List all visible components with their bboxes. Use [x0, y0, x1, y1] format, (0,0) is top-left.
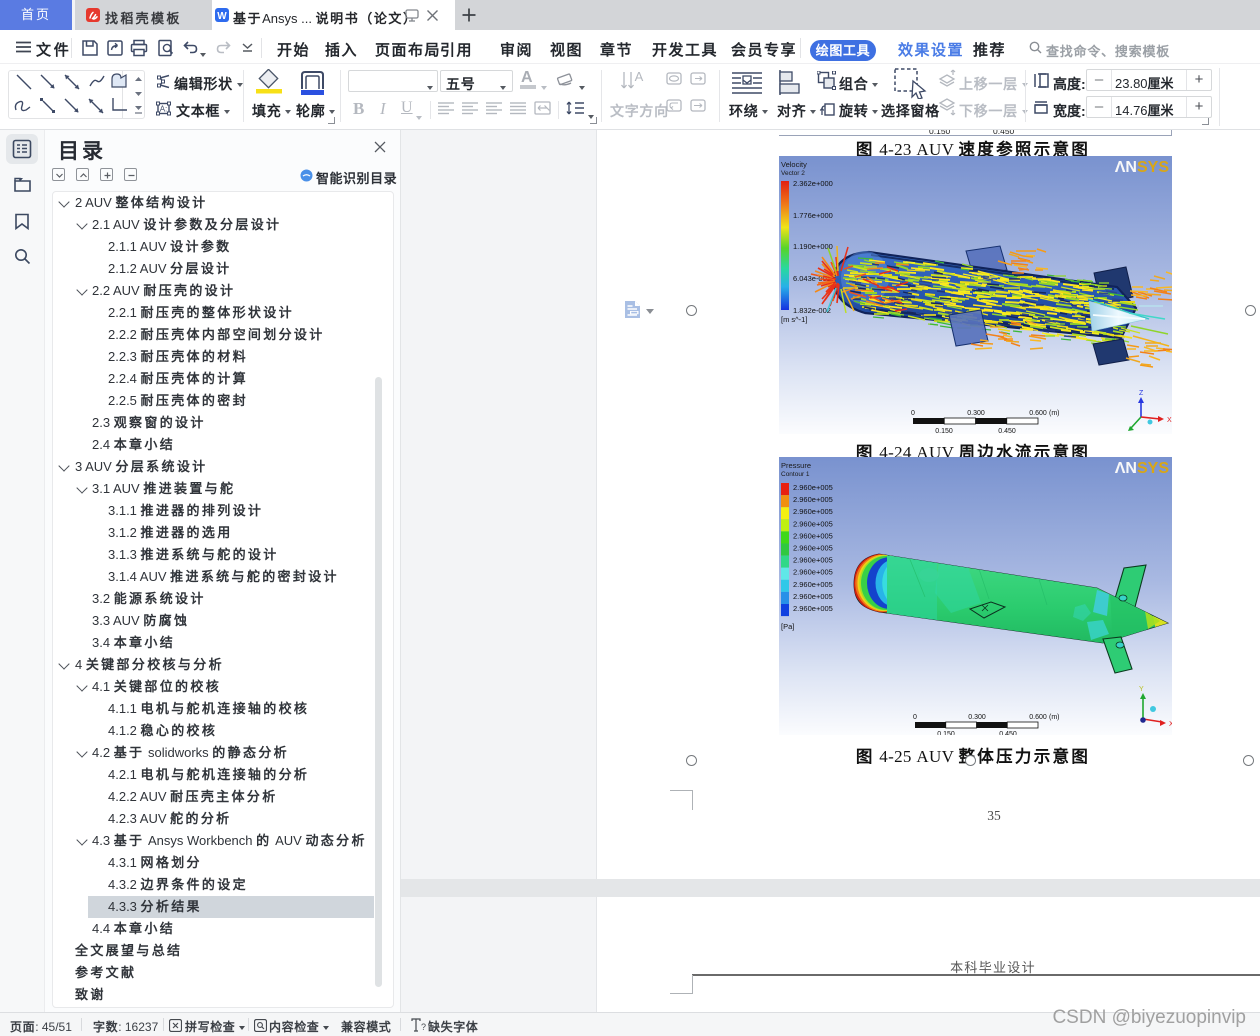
svg-text:2.960e+005: 2.960e+005 — [793, 507, 833, 516]
svg-text:0.300: 0.300 — [968, 714, 986, 721]
svg-text:0.600: 0.600 — [1029, 714, 1047, 721]
svg-text:A: A — [635, 69, 644, 84]
svg-text:2.960e+005: 2.960e+005 — [793, 495, 833, 504]
svg-text:2.960e+005: 2.960e+005 — [793, 519, 833, 528]
svg-text:0.150: 0.150 — [935, 428, 953, 434]
svg-text:[Pa]: [Pa] — [781, 622, 794, 631]
svg-text:(m): (m) — [1049, 714, 1060, 721]
svg-text:Vector 2: Vector 2 — [781, 170, 805, 177]
svg-text:ΛNSYS: ΛNSYS — [1115, 159, 1170, 176]
svg-text:A:: A: — [160, 105, 168, 114]
svg-text:[m s^-1]: [m s^-1] — [781, 315, 807, 324]
svg-text:2.960e+005: 2.960e+005 — [793, 604, 833, 613]
svg-text:2.362e+000: 2.362e+000 — [793, 179, 833, 188]
svg-text:2.960e+005: 2.960e+005 — [793, 568, 833, 577]
svg-text:1.190e+000: 1.190e+000 — [793, 242, 833, 251]
svg-text:W: W — [217, 11, 227, 22]
svg-text:0.150: 0.150 — [937, 731, 955, 735]
svg-text:0: 0 — [913, 714, 917, 721]
svg-text:2.960e+005: 2.960e+005 — [793, 556, 833, 565]
svg-text:X: X — [1167, 417, 1172, 424]
svg-text:Contour 1: Contour 1 — [781, 471, 810, 478]
svg-text:0.300: 0.300 — [967, 410, 985, 417]
svg-text:1.776e+000: 1.776e+000 — [793, 211, 833, 220]
svg-text:Y: Y — [1139, 686, 1144, 693]
svg-text:0.450: 0.450 — [999, 731, 1017, 735]
svg-text:ΛNSYS: ΛNSYS — [1115, 460, 1170, 477]
svg-text:1.832e-002: 1.832e-002 — [793, 306, 831, 315]
svg-text:0.600: 0.600 — [1029, 410, 1047, 417]
svg-text:2.960e+005: 2.960e+005 — [793, 592, 833, 601]
svg-text:2.960e+005: 2.960e+005 — [793, 483, 833, 492]
svg-text:2.960e+005: 2.960e+005 — [793, 531, 833, 540]
svg-text:0: 0 — [911, 410, 915, 417]
svg-text:Z: Z — [1139, 390, 1144, 397]
svg-text:Velocity: Velocity — [781, 160, 807, 169]
svg-text:0.450: 0.450 — [998, 428, 1016, 434]
svg-text:2.960e+005: 2.960e+005 — [793, 580, 833, 589]
svg-text:Pressure: Pressure — [781, 461, 811, 470]
svg-text:2.960e+005: 2.960e+005 — [793, 544, 833, 553]
svg-text:X: X — [1169, 721, 1172, 728]
svg-text:(m): (m) — [1049, 410, 1060, 417]
